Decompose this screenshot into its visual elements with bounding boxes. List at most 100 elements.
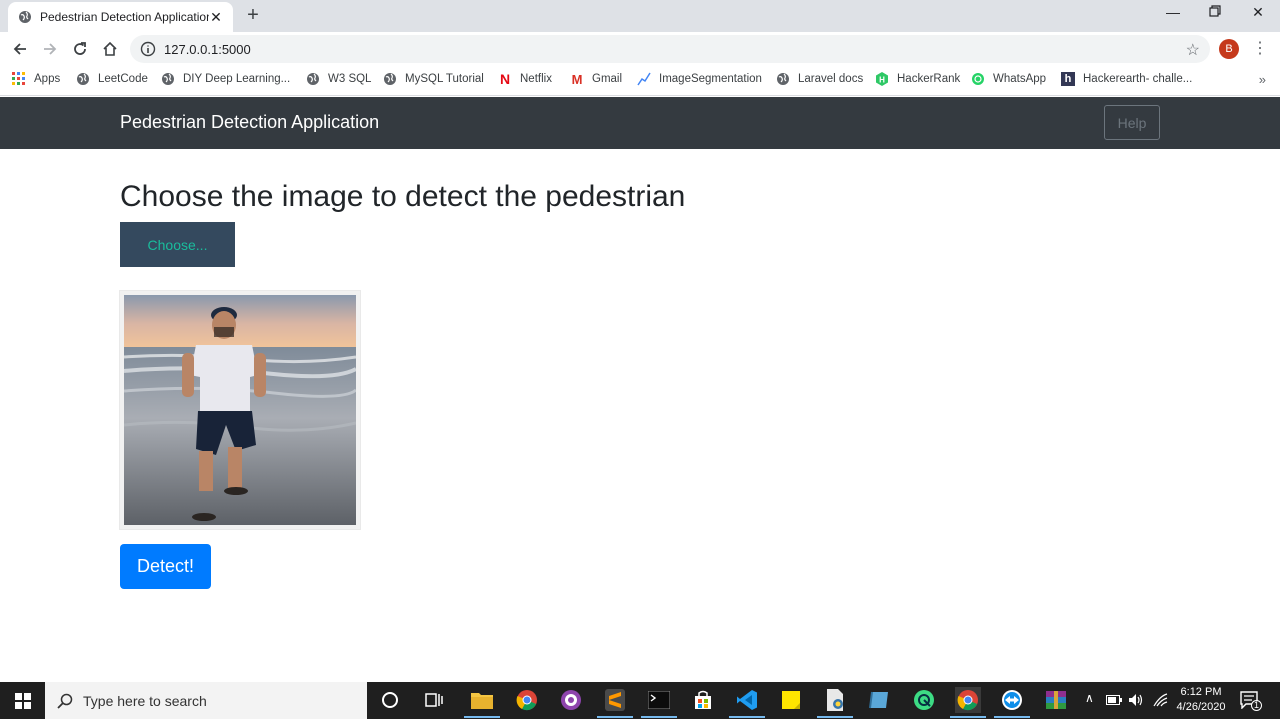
chrome-icon[interactable]	[514, 687, 540, 713]
hackerrank-icon: H	[875, 72, 889, 86]
page-title: Choose the image to detect the pedestria…	[120, 180, 686, 213]
bookmark-label: WhatsApp	[993, 73, 1047, 85]
sublime-text-icon[interactable]	[597, 687, 633, 718]
wifi-icon[interactable]	[1152, 693, 1168, 710]
terminal-icon[interactable]	[641, 687, 677, 718]
chart-line-icon	[637, 72, 651, 86]
task-view-icon[interactable]	[421, 687, 447, 713]
bookmark-whatsapp[interactable]: WhatsApp	[971, 72, 1046, 86]
chrome-active-icon[interactable]	[950, 687, 986, 718]
bookmark-label: LeetCode	[98, 73, 148, 85]
bookmark-leetcode[interactable]: LeetCode	[76, 72, 148, 86]
back-button[interactable]	[10, 39, 30, 59]
reload-button[interactable]	[70, 39, 90, 59]
search-placeholder: Type here to search	[83, 692, 207, 709]
close-tab-icon[interactable]: ✕	[209, 9, 223, 26]
apps-grid-icon	[12, 72, 26, 86]
info-icon[interactable]	[140, 41, 156, 57]
bookmark-hackerearth[interactable]: h Hackerearth- challe...	[1061, 72, 1192, 86]
vscode-icon[interactable]	[729, 687, 765, 718]
bookmark-label: W3 SQL	[328, 73, 372, 85]
start-button[interactable]	[0, 682, 45, 719]
file-explorer-icon[interactable]	[464, 687, 500, 718]
blue-app-icon[interactable]	[866, 687, 892, 713]
bookmark-diy-deep-learning[interactable]: DIY Deep Learning...	[161, 72, 290, 86]
bookmarks-bar: Apps LeetCode DIY Deep Learning... W3 SQ…	[0, 66, 1280, 96]
python-file-icon[interactable]	[817, 687, 853, 718]
navbar-brand[interactable]: Pedestrian Detection Application	[120, 112, 379, 133]
clock-date: 4/26/2020	[1176, 701, 1226, 713]
notification-count: 1	[1251, 700, 1262, 711]
address-bar[interactable]: 127.0.0.1:5000 ☆	[130, 35, 1210, 63]
bookmark-label: DIY Deep Learning...	[183, 73, 291, 85]
arrow-left-icon	[13, 43, 26, 55]
taskbar-search-input[interactable]: Type here to search	[45, 682, 367, 719]
bookmark-gmail[interactable]: M Gmail	[570, 71, 622, 87]
address-toolbar: 127.0.0.1:5000 ☆	[0, 32, 1280, 66]
netflix-icon: N	[499, 71, 511, 87]
app-purple-icon[interactable]	[558, 687, 584, 713]
hackerearth-icon: h	[1061, 72, 1075, 86]
svg-text:H: H	[879, 76, 885, 85]
bookmark-label: Hackerearth- challe...	[1083, 73, 1193, 85]
restore-icon	[1209, 5, 1221, 17]
detect-button[interactable]: Detect!	[120, 544, 211, 589]
battery-icon[interactable]	[1106, 694, 1122, 708]
forward-button[interactable]	[40, 39, 60, 59]
new-tab-button[interactable]: +	[243, 5, 263, 25]
search-icon	[57, 693, 73, 709]
choose-file-button[interactable]: Choose...	[120, 222, 235, 267]
app-navbar: Pedestrian Detection Application Help	[0, 97, 1280, 149]
url-text: 127.0.0.1:5000	[164, 41, 251, 57]
arrow-right-icon	[44, 43, 57, 55]
bookmark-star-icon[interactable]: ☆	[1186, 40, 1200, 60]
bookmark-mysql-tutorial[interactable]: MySQL Tutorial	[383, 72, 484, 86]
globe-icon	[306, 72, 320, 86]
store-icon[interactable]	[690, 687, 716, 713]
browser-tab[interactable]: Pedestrian Detection Application ✕	[8, 2, 233, 32]
gmail-icon: M	[571, 71, 583, 87]
tab-title: Pedestrian Detection Application	[40, 10, 209, 24]
sticky-notes-icon[interactable]	[778, 687, 804, 713]
winrar-icon[interactable]	[1043, 687, 1069, 713]
restore-button[interactable]	[1205, 4, 1225, 20]
bookmark-imagesegmentation[interactable]: ImageSegmentation	[637, 72, 762, 86]
system-clock[interactable]: 6:12 PM 4/26/2020	[1170, 685, 1232, 715]
home-button[interactable]	[100, 39, 120, 59]
help-button[interactable]: Help	[1104, 105, 1160, 140]
close-window-button[interactable]: ✕	[1248, 4, 1268, 21]
cortana-icon[interactable]	[377, 687, 403, 713]
browser-menu-icon[interactable]: ⋮	[1252, 40, 1268, 58]
globe-icon	[19, 11, 31, 23]
windows-taskbar: Type here to search ∧ 6:12 PM 4/26/2020 …	[0, 682, 1280, 719]
profile-avatar[interactable]: B	[1219, 39, 1239, 59]
bookmark-label: Laravel docs	[798, 73, 864, 85]
teamviewer-icon[interactable]	[994, 687, 1030, 718]
bookmark-hackerrank[interactable]: H HackerRank	[875, 72, 960, 86]
reload-icon	[74, 42, 86, 55]
bookmark-label: Apps	[34, 73, 61, 85]
windows-logo-icon	[14, 692, 31, 709]
globe-icon	[76, 72, 90, 86]
home-icon	[103, 41, 117, 56]
bookmark-apps[interactable]: Apps	[12, 72, 60, 86]
preview-photo	[124, 295, 356, 525]
action-center-icon[interactable]: 1	[1240, 691, 1262, 711]
clock-time: 6:12 PM	[1180, 686, 1222, 698]
bookmark-netflix[interactable]: N Netflix	[498, 71, 552, 87]
more-bookmarks-icon[interactable]: »	[1259, 72, 1266, 87]
globe-icon	[161, 72, 175, 86]
bookmark-laravel-docs[interactable]: Laravel docs	[776, 72, 863, 86]
android-studio-icon[interactable]	[911, 687, 937, 713]
globe-icon	[383, 72, 397, 86]
minimize-button[interactable]: —	[1163, 4, 1183, 20]
image-preview	[119, 290, 361, 530]
bookmark-w3-sql[interactable]: W3 SQL	[306, 72, 371, 86]
tray-chevron-icon[interactable]: ∧	[1085, 691, 1094, 705]
volume-icon[interactable]	[1128, 693, 1144, 710]
bookmark-label: MySQL Tutorial	[405, 73, 484, 85]
globe-icon	[776, 72, 790, 86]
browser-tab-strip: Pedestrian Detection Application ✕ + — ✕	[0, 0, 1280, 32]
bookmark-label: HackerRank	[897, 73, 961, 85]
whatsapp-icon	[971, 72, 985, 86]
